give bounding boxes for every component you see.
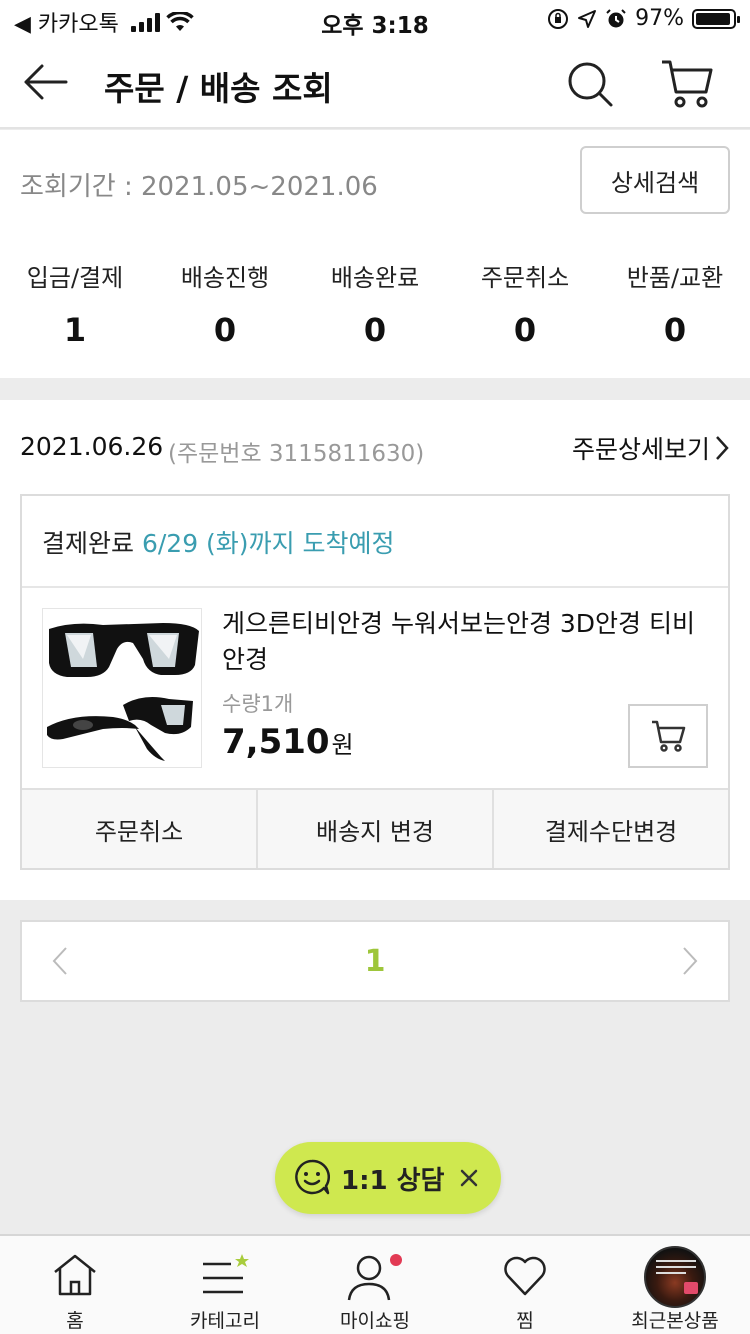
stat-cancelled[interactable]: 주문취소 0: [450, 258, 600, 349]
stat-shipping[interactable]: 배송진행 0: [150, 258, 300, 349]
search-period: 조회기간 : 2021.05~2021.06: [20, 172, 378, 202]
change-address-button[interactable]: 배송지 변경: [258, 790, 494, 868]
stat-count: 0: [663, 311, 687, 349]
stat-delivered[interactable]: 배송완료 0: [300, 258, 450, 349]
payment-status: 결제완료: [42, 529, 135, 558]
order-card: 결제완료 6/29 (화)까지 도착예정 게으른티비안경 누워서보는안경 3D안…: [20, 494, 730, 870]
current-page[interactable]: 1: [22, 944, 728, 979]
stat-count: 0: [363, 311, 387, 349]
tab-category[interactable]: 카테고리: [150, 1236, 300, 1334]
tab-wishlist[interactable]: 찜: [450, 1236, 600, 1334]
chat-smile-icon: [295, 1159, 331, 1195]
detail-search-button[interactable]: 상세검색: [580, 146, 730, 214]
search-icon[interactable]: [566, 60, 614, 108]
order-detail-label: 주문상세보기: [571, 435, 710, 464]
add-to-cart-button[interactable]: [628, 704, 708, 768]
chevron-right-icon[interactable]: [674, 946, 704, 976]
stat-count: 0: [213, 311, 237, 349]
change-payment-button[interactable]: 결제수단변경: [494, 790, 728, 868]
order-actions: 주문취소 배송지 변경 결제수단변경: [22, 788, 728, 868]
tab-recent-products[interactable]: 최근본상품: [600, 1236, 750, 1334]
order-state: 결제완료 6/29 (화)까지 도착예정: [42, 524, 395, 560]
home-icon: [54, 1254, 96, 1296]
tab-label: 찜: [516, 1310, 534, 1332]
tab-label: 카테고리: [190, 1310, 260, 1332]
back-arrow-icon[interactable]: [22, 62, 68, 102]
stat-label: 반품/교환: [626, 264, 724, 292]
price-value: 7,510: [222, 722, 330, 762]
order-detail-link[interactable]: 주문상세보기: [572, 430, 730, 466]
price-currency: 원: [331, 731, 354, 759]
cart-icon[interactable]: [660, 58, 714, 110]
location-icon: [578, 9, 597, 28]
prism-glasses-image: [43, 609, 201, 767]
chat-consult-button[interactable]: 1:1 상담: [275, 1142, 501, 1214]
stat-return-exchange[interactable]: 반품/교환 0: [600, 258, 750, 349]
tab-home[interactable]: 홈: [0, 1236, 150, 1334]
stat-label: 입금/결제: [26, 264, 124, 292]
stat-count: 0: [513, 311, 537, 349]
recent-product-thumbnail: [644, 1246, 706, 1308]
stat-label: 주문취소: [480, 264, 570, 292]
tab-label: 홈: [66, 1310, 84, 1332]
chat-label: 1:1 상담: [341, 1166, 445, 1196]
divider: [22, 586, 728, 588]
order-status-summary: 입금/결제 1 배송진행 0 배송완료 0 주문취소 0 반품/교환 0: [0, 258, 750, 349]
status-bar: ◀ 카카오톡 오후 3:18 97%: [0, 0, 750, 40]
delivery-eta: 6/29 (화)까지 도착예정: [141, 529, 395, 558]
stat-count: 1: [63, 311, 87, 349]
product-price: 7,510원: [222, 722, 354, 762]
order-filter-section: 조회기간 : 2021.05~2021.06 상세검색 입금/결제 1 배송진행 0…: [0, 130, 750, 378]
page-title: 주문 / 배송 조회: [104, 69, 333, 108]
user-icon: [347, 1254, 402, 1301]
product-image[interactable]: [42, 608, 202, 768]
cart-icon: [652, 720, 686, 752]
heart-icon: [504, 1256, 546, 1296]
alarm-icon: [606, 8, 626, 27]
page-header: 주문 / 배송 조회: [0, 40, 750, 129]
tab-my-shopping[interactable]: 마이쇼핑: [300, 1236, 450, 1334]
stat-payment[interactable]: 입금/결제 1: [0, 258, 150, 349]
battery-percent: 97%: [635, 6, 684, 31]
product-quantity: 수량1개: [222, 692, 294, 716]
orientation-lock-icon: [548, 8, 569, 29]
pagination: 1: [20, 920, 730, 1002]
stat-label: 배송진행: [180, 264, 270, 292]
close-icon[interactable]: [453, 1162, 485, 1194]
chevron-right-icon: [716, 436, 729, 460]
order-section: 2021.06.26 (주문번호 3115811630) 주문상세보기 결제완료…: [0, 400, 750, 900]
status-right: 97%: [547, 6, 740, 31]
tab-label: 최근본상품: [631, 1310, 719, 1332]
product-name[interactable]: 게으른티비안경 누워서보는안경 3D안경 티비안경: [222, 606, 702, 678]
battery-icon: [692, 8, 740, 29]
stat-label: 배송완료: [330, 264, 420, 292]
tab-label: 마이쇼핑: [340, 1310, 410, 1332]
order-number: (주문번호 3115811630): [168, 441, 425, 467]
category-icon: [203, 1254, 249, 1294]
notification-dot: [390, 1254, 402, 1266]
order-date: 2021.06.26: [20, 432, 164, 461]
cancel-order-button[interactable]: 주문취소: [22, 790, 258, 868]
bottom-tab-bar: 홈 카테고리 마이쇼핑 찜 최근본상품: [0, 1234, 750, 1334]
